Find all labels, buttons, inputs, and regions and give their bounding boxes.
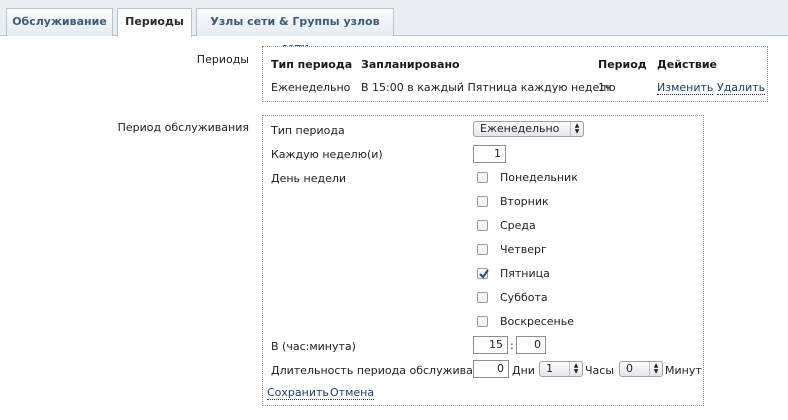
day-label-wednesday: Среда: [500, 219, 536, 232]
delete-link[interactable]: Удалить: [717, 81, 766, 95]
day-label-friday: Пятница: [500, 267, 550, 280]
maintenance-period-form: Тип периода Еженедельно ▲ ▼ Каждую неделю…: [262, 115, 704, 406]
hours-unit-label: Часы: [585, 364, 615, 377]
day-label-thursday: Четверг: [500, 243, 547, 256]
up-down-arrows-icon: ▲ ▼: [649, 362, 662, 376]
edit-link[interactable]: Изменить: [657, 81, 714, 95]
header-period: Период: [598, 58, 647, 71]
period-type-label: Тип периода: [271, 124, 345, 137]
checkbox-saturday[interactable]: [477, 292, 488, 303]
days-unit-label: Дни: [512, 364, 535, 377]
duration-hours-select[interactable]: 1 ▲ ▼: [539, 361, 583, 377]
tab-bar: Обслуживание Периоды Узлы сети & Группы …: [0, 0, 788, 54]
minutes-unit-label: Минут: [665, 364, 702, 377]
up-down-arrows-icon: ▲ ▼: [570, 122, 583, 136]
hour-input[interactable]: 15: [473, 336, 508, 354]
cancel-link[interactable]: Отмена: [330, 386, 375, 400]
time-label: В (час:минута): [271, 340, 356, 353]
checkbox-tuesday[interactable]: [477, 196, 488, 207]
checkbox-thursday[interactable]: [477, 244, 488, 255]
checkbox-monday[interactable]: [477, 172, 488, 183]
tab-hosts-and-groups[interactable]: Узлы сети & Группы узлов сети: [196, 8, 394, 54]
time-separator: :: [510, 339, 514, 352]
checkbox-wednesday[interactable]: [477, 220, 488, 231]
tab-periods[interactable]: Периоды: [117, 8, 192, 37]
every-week-label: Каждую неделю(и): [271, 148, 383, 161]
checkmark-icon: [479, 269, 489, 279]
duration-hours-value: 1: [546, 362, 553, 375]
cell-period: 1ч: [598, 81, 612, 94]
header-period-type: Тип периода: [271, 58, 353, 71]
header-scheduled: Запланировано: [361, 58, 460, 71]
period-type-value: Еженедельно: [480, 122, 560, 135]
every-week-input[interactable]: 1: [473, 145, 506, 163]
minute-input[interactable]: 0: [516, 336, 546, 354]
day-label-tuesday: Вторник: [500, 195, 549, 208]
periods-table: Тип периода Запланировано Период Действи…: [262, 46, 768, 102]
save-link[interactable]: Сохранить: [267, 386, 329, 400]
period-type-select[interactable]: Еженедельно ▲ ▼: [473, 121, 584, 137]
duration-days-input[interactable]: 0: [473, 360, 509, 378]
day-label-saturday: Суббота: [500, 291, 548, 304]
periods-section-label: Периоды: [196, 53, 249, 66]
checkbox-friday[interactable]: [477, 268, 489, 279]
duration-minutes-value: 0: [626, 362, 633, 375]
day-label-sunday: Воскресенье: [500, 315, 574, 328]
cell-period-type: Еженедельно: [271, 81, 351, 94]
checkbox-sunday[interactable]: [477, 316, 488, 327]
tab-maintenance[interactable]: Обслуживание: [6, 8, 113, 36]
header-action: Действие: [657, 58, 717, 71]
maintenance-period-label: Период обслуживания: [117, 121, 249, 134]
up-down-arrows-icon: ▲ ▼: [569, 362, 582, 376]
duration-minutes-select[interactable]: 0 ▲ ▼: [619, 361, 663, 377]
day-label-monday: Понедельник: [500, 171, 578, 184]
cell-schedule: В 15:00 в каждый Пятница каждую неделю: [361, 81, 616, 94]
duration-label: Длительность периода обслуживания: [271, 364, 494, 377]
weekday-label: День недели: [271, 172, 347, 185]
